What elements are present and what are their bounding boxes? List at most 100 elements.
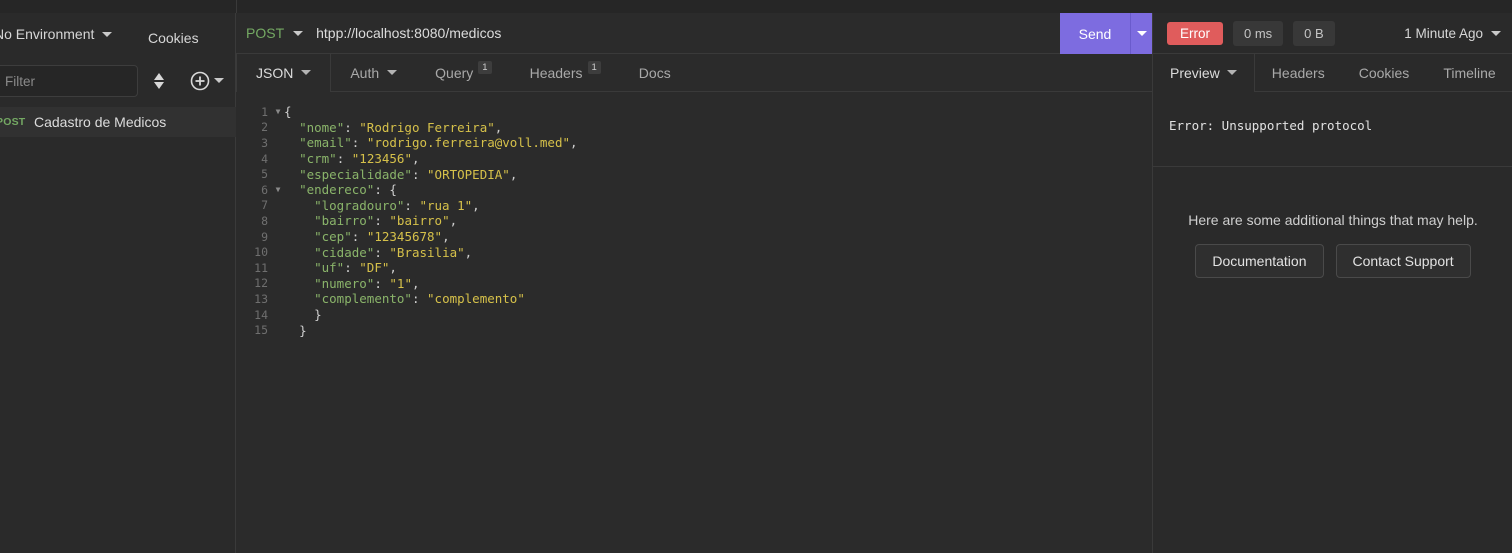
code-text: "especialidade": "ORTOPEDIA", (299, 166, 518, 182)
environment-row: No Environment Cookies (0, 22, 236, 54)
documentation-button[interactable]: Documentation (1195, 244, 1324, 278)
sidebar-item-request[interactable]: POST Cadastro de Medicos (0, 107, 236, 137)
line-number: 6 (261, 182, 268, 197)
sort-icon[interactable] (150, 71, 168, 91)
line-number: 11 (254, 260, 268, 275)
line-number: 15 (254, 323, 268, 338)
time-ago-label: 1 Minute Ago (1404, 25, 1483, 41)
line-number: 14 (254, 307, 268, 322)
request-pane: POST htpp://localhost:8080/medicos Send … (236, 13, 1152, 553)
code-line: 7 "logradouro": "rua 1", (236, 198, 1152, 214)
method-selector[interactable]: POST (236, 25, 304, 41)
tab-json[interactable]: JSON (236, 54, 332, 92)
tab-count-badge: 1 (587, 61, 601, 75)
code-line: 12 "numero": "1", (236, 276, 1152, 292)
window-top-strip (0, 0, 1512, 13)
tab-auth[interactable]: Auth (331, 54, 416, 91)
code-text: "uf": "DF", (314, 260, 397, 276)
fold-toggle-icon[interactable]: ▼ (272, 107, 284, 116)
code-line: 2 "nome": "Rodrigo Ferreira", (236, 120, 1152, 136)
chevron-down-icon (1226, 70, 1237, 75)
error-message: Error: Unsupported protocol (1169, 118, 1373, 133)
code-line: 13 "complemento": "complemento" (236, 291, 1152, 307)
line-number: 2 (261, 120, 268, 135)
request-tabbar: JSON Auth Query 1 Headers 1 Docs (236, 54, 1152, 92)
insomnia-window: No Environment Cookies POST Cadastro de … (0, 0, 1512, 553)
send-options-button[interactable] (1130, 13, 1152, 54)
help-buttons: Documentation Contact Support (1153, 244, 1512, 278)
code-line: 15 } (236, 322, 1152, 338)
code-text: "logradouro": "rua 1", (314, 197, 480, 213)
line-number: 4 (261, 151, 268, 166)
code-line: 8 "bairro": "bairro", (236, 213, 1152, 229)
fold-toggle-icon[interactable]: ▼ (272, 185, 284, 194)
url-input[interactable]: htpp://localhost:8080/medicos (316, 25, 501, 41)
tab-label: Headers (529, 64, 583, 81)
response-size-chip: 0 B (1293, 20, 1335, 46)
code-text: "bairro": "bairro", (314, 213, 458, 229)
chevron-down-icon (301, 70, 312, 75)
response-tab-cookies[interactable]: Cookies (1342, 54, 1427, 91)
filter-row (0, 62, 236, 104)
code-line: 10 "cidade": "Brasilia", (236, 244, 1152, 260)
code-text: "cep": "12345678", (314, 229, 450, 245)
request-name-label: Cadastro de Medicos (34, 114, 167, 130)
code-line: 4 "crm": "123456", (236, 151, 1152, 167)
line-number: 10 (254, 245, 268, 260)
help-text: Here are some additional things that may… (1188, 212, 1478, 228)
add-request-chevron-icon[interactable] (214, 78, 224, 83)
panel-seam (236, 0, 237, 13)
chevron-down-icon (387, 70, 398, 75)
sidebar: No Environment Cookies POST Cadastro de … (0, 13, 236, 553)
send-button[interactable]: Send (1060, 13, 1130, 54)
response-pane: Error 0 ms 0 B 1 Minute Ago Preview Heade… (1152, 13, 1512, 553)
tab-headers[interactable]: Headers 1 (511, 54, 620, 91)
response-tab-label: Preview (1170, 64, 1220, 81)
response-tab-headers[interactable]: Headers (1255, 54, 1342, 91)
code-line: 3 "email": "rodrigo.ferreira@voll.med", (236, 135, 1152, 151)
request-body-editor[interactable]: 1 ▼{2 "nome": "Rodrigo Ferreira", 3 "email… (236, 92, 1152, 553)
request-method-badge: POST (0, 116, 26, 128)
response-tab-label: Headers (1271, 64, 1325, 81)
code-text: "nome": "Rodrigo Ferreira", (299, 119, 503, 135)
response-tab-preview[interactable]: Preview (1153, 54, 1255, 92)
tab-label: JSON (256, 64, 294, 81)
chevron-down-icon (102, 31, 113, 37)
code-text: "endereco": { (299, 182, 397, 198)
response-tab-timeline[interactable]: Timeline (1426, 54, 1512, 91)
line-number: 7 (261, 198, 268, 213)
tab-count-badge: 1 (478, 61, 492, 75)
url-bar: POST htpp://localhost:8080/medicos Send (236, 13, 1152, 54)
code-text: "complemento": "complemento" (314, 291, 525, 307)
line-number: 1 (261, 104, 268, 119)
response-tabbar: Preview Headers Cookies Timeline (1153, 54, 1512, 92)
tab-label: Query (435, 64, 474, 81)
response-statusbar: Error 0 ms 0 B 1 Minute Ago (1153, 13, 1512, 54)
code-line: 1 ▼{ (236, 104, 1152, 120)
code-line: 11 "uf": "DF", (236, 260, 1152, 276)
response-tab-label: Timeline (1443, 64, 1496, 81)
add-request-icon[interactable] (190, 71, 210, 91)
tab-label: Auth (350, 64, 380, 81)
line-number: 5 (261, 167, 268, 182)
code-text: } (314, 307, 322, 323)
environment-selector[interactable]: No Environment (0, 26, 113, 42)
environment-label: No Environment (0, 26, 95, 42)
line-number: 9 (261, 229, 268, 244)
cookies-button[interactable]: Cookies (148, 30, 199, 46)
code-text: "email": "rodrigo.ferreira@voll.med", (299, 135, 578, 151)
code-text: } (299, 322, 307, 338)
filter-input[interactable] (0, 65, 138, 97)
contact-support-button[interactable]: Contact Support (1335, 244, 1471, 278)
method-label: POST (246, 25, 285, 41)
tab-docs[interactable]: Docs (620, 54, 690, 91)
line-number: 8 (261, 213, 268, 228)
tab-label: Docs (638, 64, 671, 81)
code-text: { (284, 104, 292, 120)
chevron-down-icon (1136, 31, 1147, 36)
tab-query[interactable]: Query 1 (416, 54, 510, 91)
status-badge: Error (1167, 21, 1223, 45)
code-text: "crm": "123456", (299, 151, 420, 167)
code-text: "numero": "1", (314, 275, 420, 291)
response-history-selector[interactable]: 1 Minute Ago (1404, 26, 1501, 41)
